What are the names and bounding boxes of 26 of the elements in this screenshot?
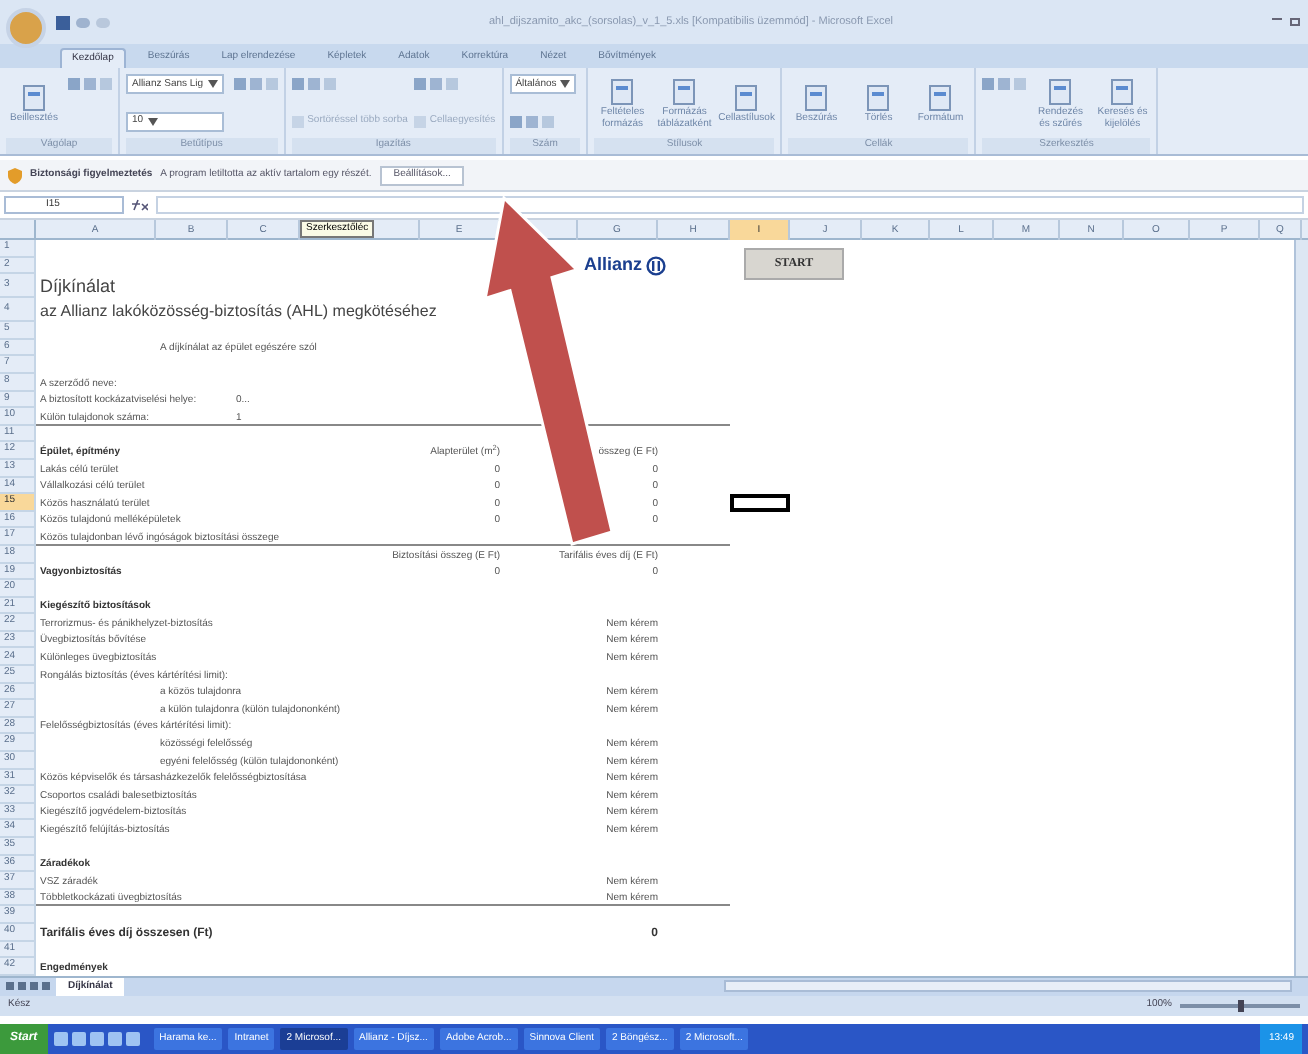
document-icon	[672, 77, 697, 105]
logo-emblem-icon	[646, 255, 667, 276]
document-icon	[734, 83, 759, 111]
save-icon[interactable]	[56, 15, 70, 29]
vertical-scrollbar[interactable]	[1294, 240, 1308, 976]
document-icon	[866, 83, 891, 111]
cell-text: az Allianz lakóközösség-biztosítás (AHL) megkötéséhez	[38, 304, 439, 323]
document-icon	[22, 83, 46, 111]
logo: Allianz	[584, 252, 667, 279]
document-icon	[1048, 77, 1073, 105]
formula-field[interactable]	[156, 196, 1304, 214]
document-icon	[1110, 77, 1135, 105]
document-icon	[804, 83, 829, 111]
caret-icon	[207, 80, 218, 89]
caret-icon	[147, 117, 158, 126]
slider-thumb[interactable]	[1237, 999, 1243, 1012]
document-icon	[610, 77, 635, 105]
minimize-icon[interactable]	[1272, 18, 1282, 20]
maximize-icon[interactable]	[1290, 18, 1300, 26]
horizontal-scrollbar[interactable]	[724, 980, 1292, 993]
cell-text: Díjkínálat	[38, 278, 118, 299]
active-cell	[730, 494, 790, 513]
shield-icon	[8, 167, 22, 183]
fx-icon	[132, 198, 148, 212]
document-icon	[928, 83, 953, 111]
caret-icon	[560, 80, 571, 89]
